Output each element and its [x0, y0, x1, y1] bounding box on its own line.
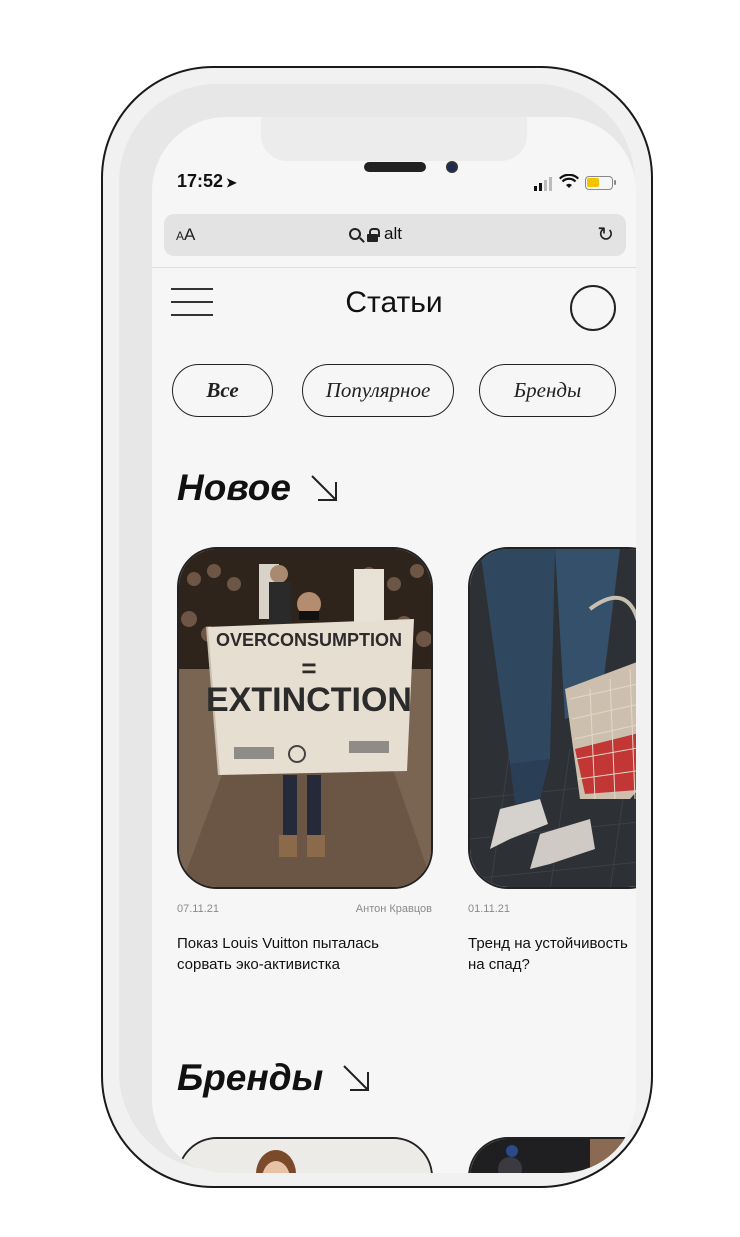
signal-icon	[534, 177, 556, 191]
net-bag-photo	[470, 549, 636, 887]
reload-icon[interactable]: ↻	[597, 222, 614, 247]
filter-chip-all[interactable]: Все	[172, 364, 273, 417]
protest-photo: OVERCONSUMPTION = EXTINCTION	[179, 549, 431, 887]
article-title-2[interactable]: Тренд на устойчивость на спад?	[468, 933, 636, 975]
url-text: alt	[384, 224, 402, 243]
battery-icon	[585, 176, 616, 190]
section-title-brands-text: Бренды	[177, 1057, 324, 1098]
phone-screen: 17:52 ➤ AA alt ↻ Статьи Все Популярное Б…	[152, 117, 636, 1173]
article-title-1[interactable]: Показ Louis Vuitton пыталась сорвать эко…	[177, 933, 417, 975]
banner-line-1: OVERCONSUMPTION	[216, 630, 402, 650]
article-date-1: 07.11.21	[177, 903, 220, 915]
article-image-1[interactable]: OVERCONSUMPTION = EXTINCTION	[177, 547, 433, 889]
status-time: 17:52 ➤	[177, 171, 237, 192]
article-date-2: 01.11.21	[468, 903, 511, 915]
address-bar[interactable]: AA alt ↻	[164, 214, 626, 256]
text-size-button[interactable]: AA	[176, 225, 195, 245]
article-author-1: Антон Кравцов	[355, 903, 432, 915]
section-title-brands[interactable]: Бренды	[177, 1057, 371, 1099]
article-image-2[interactable]	[468, 547, 636, 889]
arrow-down-right-icon	[311, 475, 337, 501]
section-title-new-text: Новое	[177, 467, 291, 508]
banner-line-2: =	[301, 653, 316, 683]
brand-image-1[interactable]	[177, 1137, 433, 1173]
phone-frame: 17:52 ➤ AA alt ↻ Статьи Все Популярное Б…	[101, 66, 653, 1188]
location-icon: ➤	[226, 175, 237, 190]
notch	[261, 117, 527, 161]
filter-chip-popular[interactable]: Популярное	[302, 364, 454, 417]
banner-line-3: EXTINCTION	[206, 681, 412, 719]
status-time-text: 17:52	[177, 171, 224, 191]
lock-icon	[367, 227, 380, 242]
brand-photo-1	[179, 1139, 431, 1173]
section-title-new[interactable]: Новое	[177, 467, 339, 509]
page-title: Статьи	[345, 286, 443, 319]
filter-chip-brands[interactable]: Бренды	[479, 364, 616, 417]
front-camera	[446, 161, 458, 173]
profile-avatar[interactable]	[570, 285, 616, 331]
arrow-down-right-icon	[343, 1065, 370, 1091]
phone-bezel: 17:52 ➤ AA alt ↻ Статьи Все Популярное Б…	[119, 84, 636, 1173]
toolbar-divider	[152, 267, 636, 268]
speaker	[364, 162, 426, 172]
brand-image-2[interactable]	[468, 1137, 636, 1173]
brand-photo-2	[470, 1139, 636, 1173]
wifi-icon	[559, 174, 579, 188]
url-display[interactable]: alt	[349, 224, 402, 244]
search-icon	[349, 228, 361, 240]
